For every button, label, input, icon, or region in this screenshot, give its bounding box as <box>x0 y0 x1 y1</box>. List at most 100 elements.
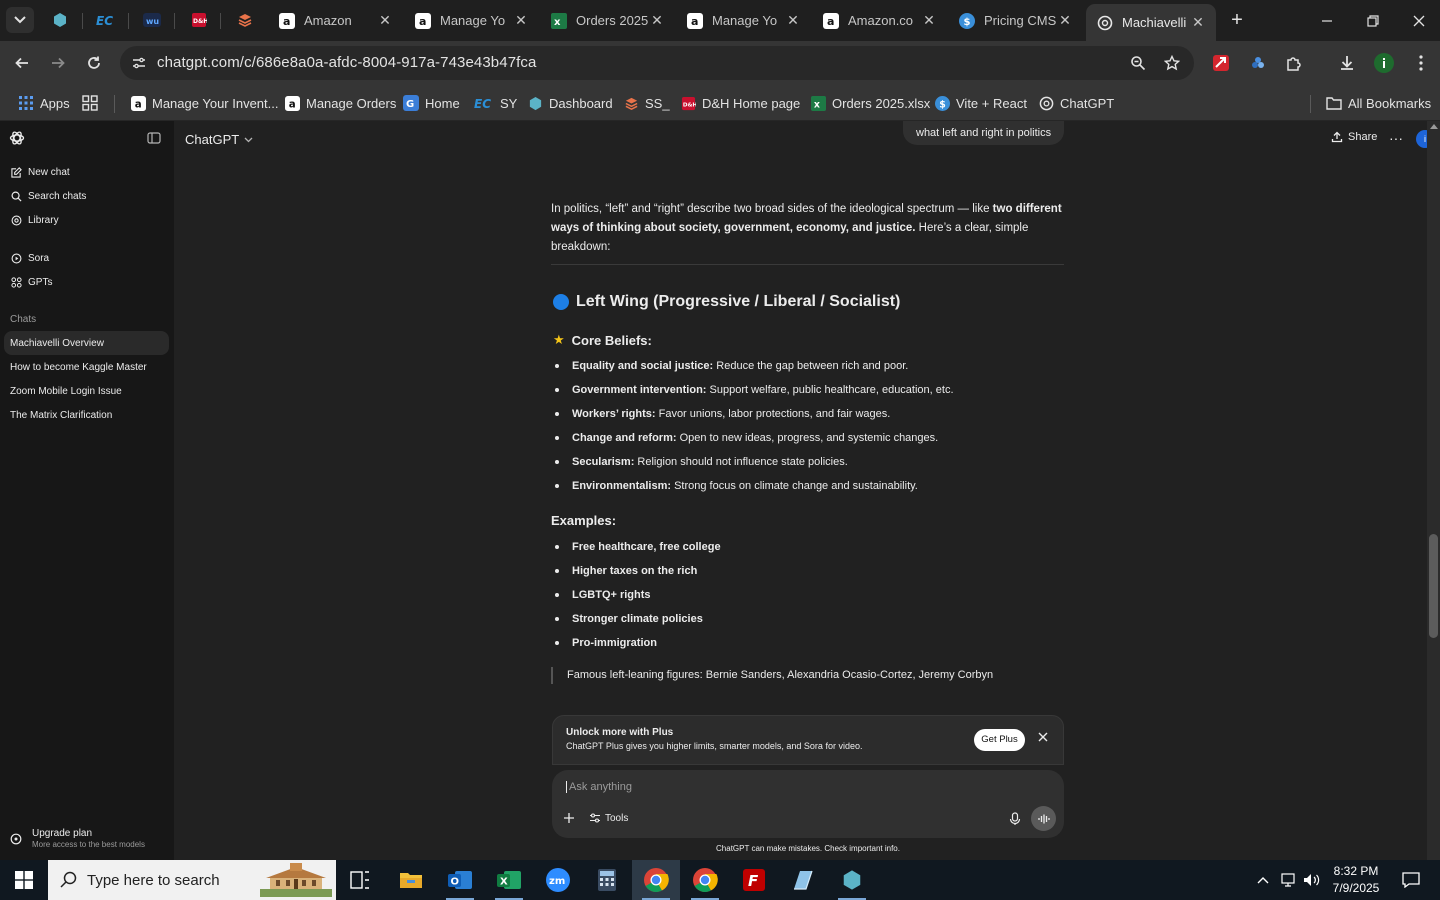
zoom-icon[interactable] <box>1128 53 1148 73</box>
tab-groups-button[interactable] <box>82 91 104 115</box>
notification-center-icon[interactable] <box>1394 860 1428 900</box>
sidebar-search-chats[interactable]: Search chats <box>10 186 86 206</box>
taskbar-filezilla[interactable]: F <box>730 860 778 900</box>
taskbar-app-hex[interactable] <box>828 860 876 900</box>
bookmark-dh-home[interactable]: D&H D&H Home page <box>680 91 800 115</box>
bookmark-dashboard[interactable]: Dashboard <box>527 91 613 115</box>
chat-item-zoom-login[interactable]: Zoom Mobile Login Issue <box>4 379 169 403</box>
close-tab-icon[interactable]: ✕ <box>785 12 801 29</box>
chat-item-matrix[interactable]: The Matrix Clarification <box>4 403 169 427</box>
close-icon[interactable] <box>1037 731 1051 745</box>
chat-item-machiavelli-overview[interactable]: Machiavelli Overview <box>4 331 169 355</box>
extensions-puzzle-icon[interactable] <box>1282 51 1306 75</box>
upgrade-plan-button[interactable]: Upgrade plan More access to the best mod… <box>10 828 145 849</box>
bookmark-star-icon[interactable] <box>1162 53 1182 73</box>
chat-item-kaggle-master[interactable]: How to become Kaggle Master <box>4 355 169 379</box>
bookmark-sy[interactable]: EC SY <box>474 91 517 115</box>
pinned-tab-ec[interactable]: EC <box>93 8 119 32</box>
start-button[interactable] <box>0 860 48 900</box>
browser-menu-icon[interactable] <box>1409 51 1433 75</box>
list-item: Secularism: Religion should not influenc… <box>553 455 1073 479</box>
minimize-button[interactable] <box>1304 0 1350 41</box>
restore-button[interactable] <box>1350 0 1396 41</box>
bookmark-vite-react[interactable]: $ Vite + React <box>934 91 1027 115</box>
pinned-tab-stack[interactable] <box>232 8 258 32</box>
share-button[interactable]: Share <box>1331 131 1377 143</box>
pinned-tab-dashboard[interactable] <box>47 8 73 32</box>
close-tab-icon[interactable]: ✕ <box>921 12 937 29</box>
tab-2[interactable]: a Manage Yo ✕ <box>404 0 539 41</box>
sidebar-gpts[interactable]: GPTs <box>10 272 52 292</box>
prompt-input[interactable]: Ask anything <box>566 781 632 793</box>
bookmark-apps[interactable]: Apps <box>18 91 70 115</box>
tab-1[interactable]: a Amazon ✕ <box>268 0 403 41</box>
bookmark-manage-inventory[interactable]: a Manage Your Invent... <box>130 91 278 115</box>
system-clock[interactable]: 8:32 PM 7/9/2025 <box>1324 863 1388 897</box>
scrollbar-track[interactable] <box>1427 121 1440 860</box>
sidebar-new-chat[interactable]: New chat <box>10 162 70 182</box>
site-settings-icon[interactable] <box>128 52 150 74</box>
taskbar-app-blue[interactable] <box>779 860 827 900</box>
bookmark-orders-xlsx[interactable]: x Orders 2025.xlsx <box>810 91 930 115</box>
pinned-tab-wu[interactable]: wu <box>139 8 165 32</box>
taskbar-outlook[interactable]: O <box>436 860 484 900</box>
close-tab-icon[interactable]: ✕ <box>649 12 665 29</box>
chatgpt-icon <box>1038 95 1054 111</box>
close-tab-icon[interactable]: ✕ <box>1190 14 1206 31</box>
sidebar-toggle-icon[interactable] <box>147 131 163 147</box>
address-bar[interactable]: chatgpt.com/c/686e8a0a-afdc-8004-917a-74… <box>120 46 1194 80</box>
tab-3[interactable]: x Orders 2025 ✕ <box>540 0 675 41</box>
forward-button[interactable] <box>44 49 72 77</box>
tools-button[interactable]: Tools <box>589 812 628 824</box>
extension-red-icon[interactable] <box>1209 51 1233 75</box>
close-tab-icon[interactable]: ✕ <box>377 12 393 29</box>
list-item: Government intervention: Support welfare… <box>553 383 1073 407</box>
bookmark-chatgpt[interactable]: ChatGPT <box>1038 91 1114 115</box>
tab-search-button[interactable] <box>6 7 34 33</box>
close-window-button[interactable] <box>1396 0 1440 41</box>
bookmark-manage-orders[interactable]: a Manage Orders <box>284 91 396 115</box>
bookmark-ss[interactable]: SS_ <box>623 91 670 115</box>
extension-blue-icon[interactable] <box>1246 51 1270 75</box>
tab-6[interactable]: $ Pricing CMS ✕ <box>948 0 1083 41</box>
add-attachment-icon[interactable] <box>563 812 577 826</box>
show-hidden-icons[interactable] <box>1252 860 1274 900</box>
get-plus-button[interactable]: Get Plus <box>974 729 1025 751</box>
all-bookmarks[interactable]: All Bookmarks <box>1326 91 1431 115</box>
close-tab-icon[interactable]: ✕ <box>513 12 529 29</box>
sidebar-sora[interactable]: Sora <box>10 248 49 268</box>
microphone-icon[interactable] <box>1009 812 1023 826</box>
profile-avatar[interactable] <box>1372 51 1396 75</box>
network-icon[interactable] <box>1276 860 1300 900</box>
task-view-button[interactable] <box>336 860 384 900</box>
tab-4[interactable]: a Manage Yo ✕ <box>676 0 811 41</box>
close-tab-icon[interactable]: ✕ <box>1057 12 1073 29</box>
taskbar-zoom[interactable]: zm <box>534 860 582 900</box>
taskbar-excel[interactable]: X <box>485 860 533 900</box>
new-tab-button[interactable]: + <box>1225 9 1249 33</box>
model-selector[interactable]: ChatGPT <box>185 132 253 147</box>
volume-icon[interactable] <box>1300 860 1324 900</box>
voice-mode-button[interactable] <box>1031 806 1056 831</box>
scroll-up-arrow[interactable] <box>1430 124 1438 129</box>
sidebar-library[interactable]: Library <box>10 210 59 230</box>
back-button[interactable] <box>8 49 36 77</box>
taskbar-search[interactable]: Type here to search <box>48 860 336 900</box>
tab-5[interactable]: a Amazon.co ✕ <box>812 0 947 41</box>
taskbar-chrome-active[interactable] <box>632 860 680 900</box>
openai-logo-icon[interactable] <box>9 130 27 148</box>
user-message: what left and right in politics <box>903 121 1065 145</box>
taskbar-chrome[interactable] <box>681 860 729 900</box>
reload-button[interactable] <box>80 49 108 77</box>
taskbar-calculator[interactable] <box>583 860 631 900</box>
taskbar-file-explorer[interactable] <box>387 860 435 900</box>
bookmark-home[interactable]: G Home <box>403 91 460 115</box>
list-item: Stronger climate policies <box>553 612 1073 636</box>
scrollbar-thumb[interactable] <box>1429 534 1438 638</box>
tab-active-machiavelli[interactable]: Machiavelli ✕ <box>1086 4 1216 41</box>
pinned-tab-dh[interactable]: D&H <box>186 8 212 32</box>
more-options-icon[interactable]: ··· <box>1387 130 1405 148</box>
downloads-icon[interactable] <box>1335 51 1359 75</box>
share-icon <box>1331 131 1343 143</box>
upgrade-icon <box>10 833 24 847</box>
